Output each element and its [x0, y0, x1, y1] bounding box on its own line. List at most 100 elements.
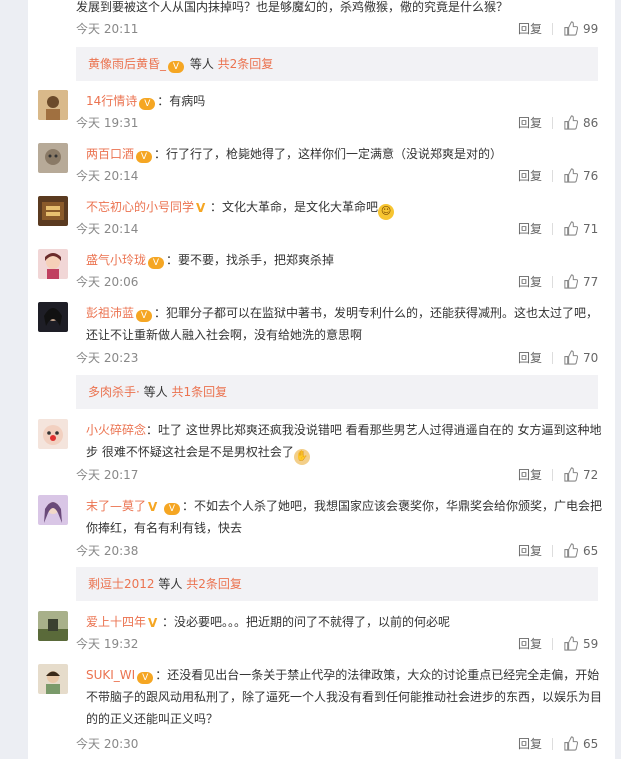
comment-meta: 今天 19:32 回复 59: [76, 635, 598, 653]
reply-button[interactable]: 回复: [518, 542, 542, 560]
avatar[interactable]: [38, 419, 68, 449]
comment-body: 两百口酒 V ：行了行了，枪毙她得了，这样你们一定满意（没说郑爽是对的）: [86, 143, 608, 165]
like-count: 65: [583, 737, 599, 751]
subreply-summary[interactable]: 剩逗士2012 等人 共2条回复: [76, 567, 598, 601]
subreply-user[interactable]: 多肉杀手·: [88, 385, 140, 399]
comment-username[interactable]: SUKI_WI: [86, 668, 135, 682]
vip-badge-icon: V: [139, 98, 156, 110]
like-count: 65: [583, 544, 599, 558]
comment-meta: 今天 20:14 回复 76: [76, 167, 598, 185]
avatar[interactable]: [38, 143, 68, 173]
smile-emoji-icon: ☺: [378, 204, 395, 220]
like-count: 72: [583, 468, 599, 482]
reply-button[interactable]: 回复: [518, 273, 542, 291]
avatar[interactable]: [38, 664, 68, 694]
reply-button[interactable]: 回复: [518, 635, 542, 653]
comment-time: 今天 20:06: [76, 275, 139, 289]
comment-text: 发展到要被这个人从国内抹掉吗？也是够魔幻的，杀鸡儆猴，儆的究竟是什么猴？: [76, 0, 509, 14]
meta-divider: [552, 738, 553, 750]
meta-divider: [552, 223, 553, 235]
vip-badge-icon: V: [137, 672, 154, 684]
meta-divider: [552, 352, 553, 364]
meta-divider: [552, 117, 553, 129]
subreply-middle: 等人: [139, 385, 172, 399]
thumb-up-icon: [564, 543, 578, 558]
meta-divider: [552, 170, 553, 182]
comment-time: 今天 19:32: [76, 637, 139, 651]
reply-button[interactable]: 回复: [518, 466, 542, 484]
comment-time: 今天 19:31: [76, 116, 139, 130]
comment-body: 14行情诗 V ：有病吗: [86, 90, 608, 112]
comment-meta: 今天 20:17 回复 72: [76, 466, 598, 484]
reply-button[interactable]: 回复: [518, 220, 542, 238]
like-count: 71: [583, 222, 599, 236]
comment-username[interactable]: 14行情诗: [86, 94, 137, 108]
comment-username[interactable]: 彭祖沛蓝: [86, 306, 134, 320]
vip-badge-icon: V: [136, 310, 153, 322]
comment-username[interactable]: 不忘初心的小号同学: [86, 200, 194, 214]
comment-username[interactable]: 小火碎碎念: [86, 423, 146, 437]
avatar[interactable]: [38, 611, 68, 641]
thumb-up-icon: [564, 221, 578, 236]
comment-body: SUKI_WI V ：还没看见出台一条关于禁止代孕的法律政策，大众的讨论重点已经完全…: [86, 664, 608, 730]
comment-body: 末了—莫了 V V ：不如去个人杀了她吧，我想国家应该会褒奖你，华鼎奖会给你颁奖，广电…: [86, 495, 608, 539]
comment-body: 爱上十四年 V ：没必要吧。。。把近期的问了不就得了，以前的何必呢: [86, 611, 608, 633]
thumb-up-icon: [564, 168, 578, 183]
thumb-up-icon: [564, 736, 578, 751]
comment-feed: 发展到要被这个人从国内抹掉吗？也是够魔幻的，杀鸡儆猴，儆的究竟是什么猴？ 今天 …: [28, 0, 615, 759]
thumb-up-icon: [564, 21, 578, 36]
comment-body: 盛气小玲珑 V ：要不要，找杀手，把郑爽杀掉: [86, 249, 608, 271]
subreply-summary[interactable]: 多肉杀手· 等人 共1条回复: [76, 375, 598, 409]
comment-body: 彭祖沛蓝 V ：犯罪分子都可以在监狱中著书，发明专利什么的，还能获得减刑。这也太过了…: [86, 302, 608, 346]
vip-badge-icon: V: [136, 151, 153, 163]
avatar[interactable]: [38, 90, 68, 120]
comment-text: ：吐了 这世界比郑爽还疯我没说错吧 看看那些男艺人过得逍遥自在的 女方逼到这种地…: [86, 423, 602, 459]
avatar[interactable]: [38, 196, 68, 226]
reply-button[interactable]: 回复: [518, 167, 542, 185]
like-count: 76: [583, 169, 599, 183]
subreply-user[interactable]: 剩逗士2012: [88, 577, 155, 591]
reply-button[interactable]: 回复: [518, 735, 542, 753]
comment-body: 不忘初心的小号同学 V ：文化大革命，是文化大革命吧 ☺: [86, 196, 608, 220]
comment-username[interactable]: 末了—莫了: [86, 499, 146, 513]
comment-text: ：还没看见出台一条关于禁止代孕的法律政策，大众的讨论重点已经完全走偏，开始不带脑…: [86, 668, 603, 726]
subreply-count[interactable]: 共1条回复: [171, 385, 227, 399]
comment-text: ：行了行了，枪毙她得了，这样你们一定满意（没说郑爽是对的）: [154, 147, 503, 161]
comment-time: 今天 20:30: [76, 737, 139, 751]
thumb-up-icon: [564, 467, 578, 482]
meta-divider: [552, 469, 553, 481]
meta-divider: [552, 23, 553, 35]
comment-meta: 今天 20:14 回复 71: [76, 220, 598, 238]
subreply-text: 黄像雨后黄昏_ V 等人 共2条回复: [88, 47, 273, 81]
like-count: 77: [583, 275, 599, 289]
like-count: 86: [583, 116, 599, 130]
v-badge-icon: V: [148, 500, 158, 514]
vip-badge-icon: V: [168, 61, 185, 73]
comment-meta: 今天 20:30 回复 65: [76, 735, 598, 753]
subreply-summary[interactable]: 黄像雨后黄昏_ V 等人 共2条回复: [76, 47, 598, 81]
comment-username[interactable]: 爱上十四年: [86, 615, 146, 629]
reply-button[interactable]: 回复: [518, 114, 542, 132]
reply-button[interactable]: 回复: [518, 349, 542, 367]
avatar[interactable]: [38, 495, 68, 525]
comment-time: 今天 20:38: [76, 544, 139, 558]
avatar[interactable]: [38, 249, 68, 279]
comment-text: ：犯罪分子都可以在监狱中著书，发明专利什么的，还能获得减刑。这也太过了吧，还让不…: [86, 306, 599, 342]
meta-divider: [552, 276, 553, 288]
comment-meta: 今天 20:38 回复 65: [76, 542, 598, 560]
vip-badge-icon: V: [164, 503, 181, 515]
avatar[interactable]: [38, 302, 68, 332]
comment-time: 今天 20:11: [76, 22, 139, 36]
comment-username[interactable]: 两百口酒: [86, 147, 134, 161]
subreply-count[interactable]: 共2条回复: [218, 57, 274, 71]
pray-emoji-icon: ✋: [293, 449, 310, 465]
thumb-up-icon: [564, 636, 578, 651]
subreply-count[interactable]: 共2条回复: [186, 577, 242, 591]
comment-text: ：要不要，找杀手，把郑爽杀掉: [166, 253, 335, 267]
comment-username[interactable]: 盛气小玲珑: [86, 253, 146, 267]
subreply-user[interactable]: 黄像雨后黄昏_: [88, 57, 166, 71]
vip-badge-icon: V: [148, 257, 165, 269]
comment-time: 今天 20:17: [76, 468, 139, 482]
reply-button[interactable]: 回复: [518, 20, 542, 38]
comment-text: ：不如去个人杀了她吧，我想国家应该会褒奖你，华鼎奖会给你颁奖，广电会把你捧红，有…: [86, 499, 603, 535]
